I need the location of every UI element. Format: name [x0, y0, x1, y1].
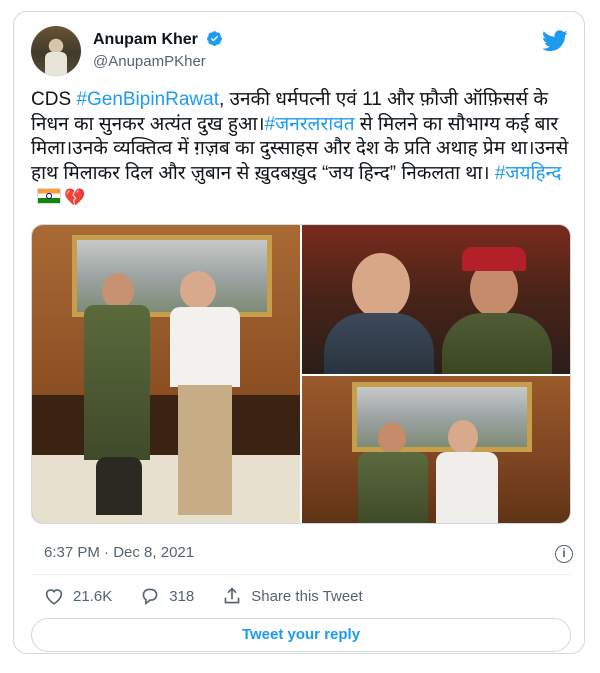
- tweet-text-part: CDS: [31, 89, 77, 110]
- share-button[interactable]: Share this Tweet: [222, 587, 363, 605]
- action-bar: 21.6K 318 Share this Tweet: [44, 587, 391, 605]
- divider: [31, 574, 571, 575]
- heart-icon: [45, 589, 63, 605]
- author-handle[interactable]: @AnupamPKher: [93, 53, 206, 70]
- tweet-your-reply-button[interactable]: Tweet your reply: [31, 618, 571, 652]
- hashtag-jai-hind[interactable]: #जयहिन्द: [495, 163, 562, 184]
- person-trousers: [178, 385, 232, 515]
- author-name[interactable]: Anupam Kher: [93, 30, 223, 49]
- person-head: [352, 253, 410, 319]
- person-uniform: [358, 452, 428, 523]
- hashtag-genbipinrawat[interactable]: #GenBipinRawat: [76, 89, 219, 110]
- tweet-text: CDS #GenBipinRawat, उनकी धर्मपत्नी एवं 1…: [31, 88, 571, 211]
- person-suit: [324, 313, 434, 374]
- person-shirt: [170, 307, 240, 387]
- reply-button[interactable]: 318: [140, 587, 194, 605]
- tweet-card: Anupam Kher @AnupamPKher CDS #GenBipinRa…: [13, 11, 585, 654]
- person-head: [102, 273, 134, 309]
- separator: ·: [99, 544, 114, 561]
- reply-icon: [142, 588, 158, 605]
- date-text: Dec 8, 2021: [113, 544, 195, 561]
- time-text: 6:37 PM: [44, 544, 100, 561]
- person-uniform: [84, 305, 150, 460]
- author-name-text: Anupam Kher: [93, 31, 198, 48]
- person-legs: [96, 457, 142, 515]
- reply-count: 318: [169, 587, 195, 605]
- info-icon[interactable]: i: [555, 545, 573, 563]
- photo-portrait[interactable]: [302, 225, 570, 374]
- person-head: [448, 420, 478, 454]
- share-label: Share this Tweet: [251, 587, 363, 605]
- cabinet: [32, 395, 300, 455]
- author-avatar[interactable]: [31, 26, 81, 76]
- person-head: [180, 271, 216, 309]
- hashtag-general-rawat[interactable]: #जनरलरावत: [265, 114, 355, 135]
- photo-group[interactable]: [302, 376, 570, 523]
- person-head: [378, 422, 406, 454]
- verified-icon: [207, 31, 223, 46]
- tweet-media-grid: [31, 224, 571, 524]
- share-icon: [224, 587, 240, 604]
- twitter-bird-icon[interactable]: [542, 30, 568, 52]
- floor: [32, 455, 300, 523]
- india-flag-icon: [37, 188, 61, 204]
- broken-heart-emoji: 💔: [64, 188, 86, 207]
- like-button[interactable]: 21.6K: [44, 587, 112, 605]
- tweet-timestamp[interactable]: 6:37 PM · Dec 8, 2021: [44, 544, 194, 561]
- photo-handshake[interactable]: [32, 225, 300, 523]
- person-shirt: [436, 452, 498, 523]
- beret: [462, 247, 526, 271]
- person-uniform: [442, 313, 552, 374]
- like-count: 21.6K: [73, 587, 113, 605]
